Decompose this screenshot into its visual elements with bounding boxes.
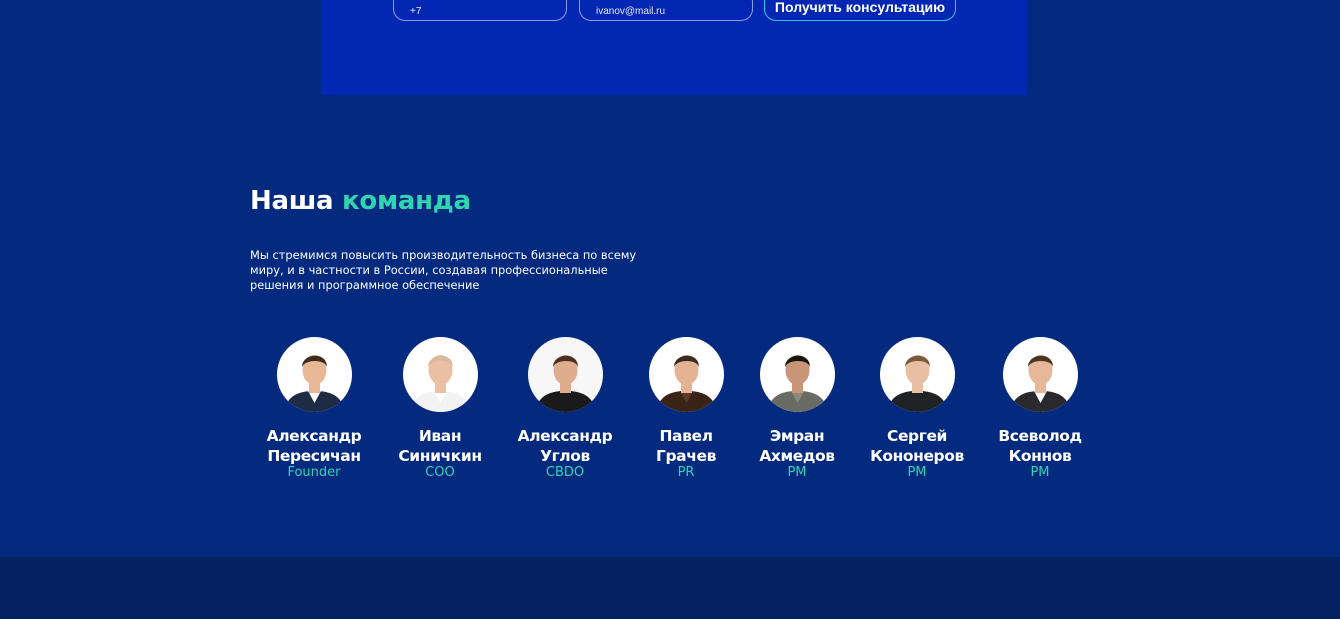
member-first-name: Всеволод — [998, 427, 1082, 445]
member-photo — [648, 337, 724, 412]
footer-band — [0, 557, 1340, 619]
member-name: Павел Грачев — [626, 426, 746, 466]
member-name: Сергей Кононеров — [857, 426, 977, 466]
member-name: Эмран Ахмедов — [737, 426, 857, 466]
consultation-form-panel: Получить консультацию — [322, 0, 1027, 95]
team-description: Мы стремимся повысить производительность… — [250, 248, 637, 292]
member-first-name: Павел — [659, 427, 713, 445]
get-consultation-button[interactable]: Получить консультацию — [764, 0, 956, 21]
member-name: Александр Пересичан — [254, 426, 374, 466]
team-member-card: Иван Синичкин COO — [380, 337, 500, 481]
member-first-name: Александр — [517, 427, 613, 445]
member-first-name: Эмран — [769, 427, 825, 445]
member-first-name: Сергей — [886, 427, 948, 445]
member-photo — [527, 337, 603, 412]
member-role: PM — [907, 465, 927, 480]
member-first-name: Александр — [266, 427, 362, 445]
email-input[interactable] — [579, 0, 753, 21]
member-last-name: Коннов — [1008, 447, 1072, 465]
member-last-name: Ахмедов — [759, 447, 835, 465]
member-photo — [759, 337, 835, 412]
team-title: Наша команда — [250, 186, 471, 216]
member-last-name: Пересичан — [267, 447, 361, 465]
team-member-card: Александр Углов CBDO — [505, 337, 625, 481]
member-last-name: Синичкин — [398, 447, 482, 465]
member-role: PM — [1030, 465, 1050, 480]
team-title-main: Наша — [250, 186, 334, 216]
member-name: Иван Синичкин — [380, 426, 500, 466]
team-title-accent: команда — [342, 186, 471, 216]
team-member-card: Всеволод Коннов PM — [980, 337, 1100, 481]
member-role: Founder — [287, 465, 341, 480]
member-photo — [402, 337, 478, 412]
member-role: CBDO — [545, 465, 585, 480]
member-role: PR — [677, 465, 695, 480]
team-member-card: Сергей Кононеров PM — [857, 337, 977, 481]
member-role: COO — [425, 465, 455, 480]
team-member-card: Павел Грачев PR — [626, 337, 746, 481]
member-role: PM — [787, 465, 807, 480]
member-last-name: Углов — [540, 447, 590, 465]
member-last-name: Грачев — [656, 447, 716, 465]
team-member-card: Эмран Ахмедов PM — [737, 337, 857, 481]
member-name: Всеволод Коннов — [980, 426, 1100, 466]
phone-input[interactable] — [393, 0, 567, 21]
member-first-name: Иван — [418, 427, 462, 445]
member-last-name: Кононеров — [870, 447, 964, 465]
team-member-card: Александр Пересичан Founder — [254, 337, 374, 481]
member-photo — [879, 337, 955, 412]
member-photo — [276, 337, 352, 412]
member-name: Александр Углов — [505, 426, 625, 466]
page: Получить консультацию Наша команда Мы ст… — [0, 0, 1340, 619]
member-photo — [1002, 337, 1078, 412]
